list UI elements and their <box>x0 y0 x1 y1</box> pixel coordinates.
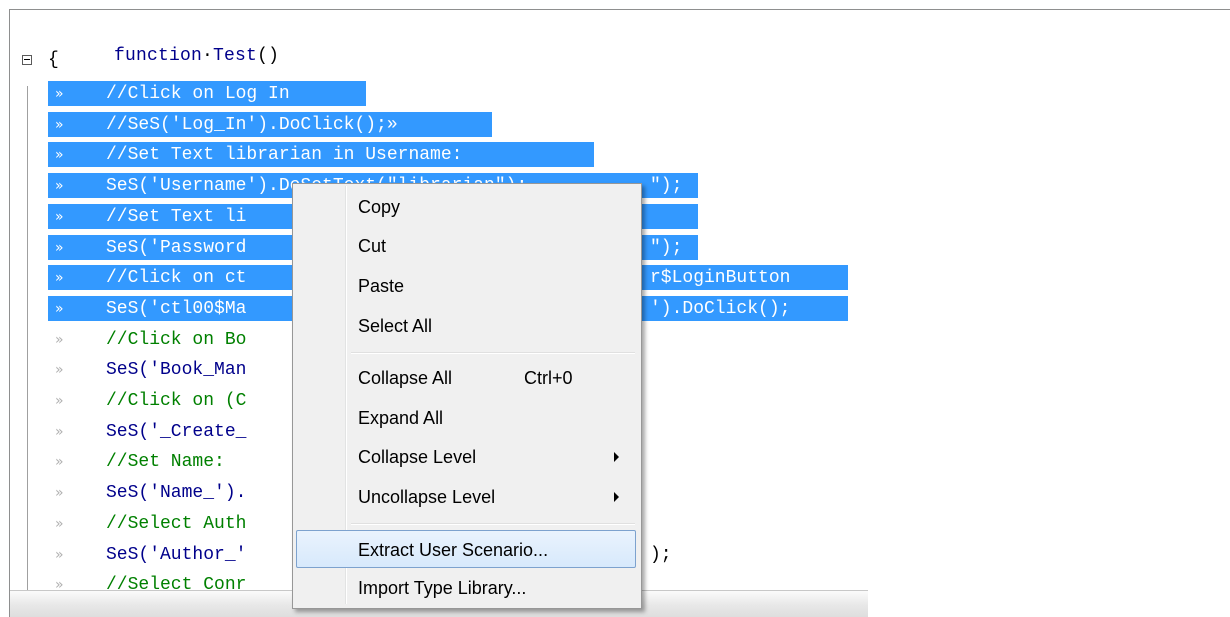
tab-marker-icon: » <box>55 270 64 286</box>
collapse-toggle-icon[interactable] <box>22 55 32 65</box>
tab-marker-icon: » <box>55 86 64 102</box>
menu-item-expand-all[interactable]: Expand All <box>296 399 636 437</box>
menu-item-extract-user-scenario[interactable]: Extract User Scenario... <box>296 530 636 568</box>
tab-marker-icon: » <box>55 393 64 409</box>
code-line: SeS('Book_Man <box>106 360 247 380</box>
code-line-fragment: "); <box>650 176 683 196</box>
code-line: SeS('Password <box>106 238 247 258</box>
code-line-fragment: r$LoginButton <box>650 268 791 288</box>
context-menu: Copy Cut Paste Select All Collapse All C… <box>292 183 642 609</box>
tab-marker-icon: » <box>55 516 64 532</box>
menu-item-label: Collapse Level <box>358 447 477 467</box>
submenu-arrow-icon <box>614 492 619 502</box>
tab-marker-icon: » <box>55 332 64 348</box>
tab-marker-icon: » <box>55 178 64 194</box>
tab-marker-icon: » <box>55 454 64 470</box>
menu-item-label: Collapse All <box>358 368 453 388</box>
code-line: //Click on ct <box>106 268 247 288</box>
screenshot-stage: function·Test() { » //Click on Log In » //S… <box>0 0 1230 617</box>
code-line: SeS('ctl00$Ma <box>106 299 247 319</box>
fold-guide-line <box>27 86 28 599</box>
menu-item-collapse-level[interactable]: Collapse Level <box>296 438 636 476</box>
menu-item-label: Expand All <box>358 408 444 428</box>
menu-item-cut[interactable]: Cut <box>296 227 636 265</box>
tab-marker-icon: » <box>55 209 64 225</box>
menu-item-copy[interactable]: Copy <box>296 188 636 226</box>
tab-marker-icon: » <box>55 547 64 563</box>
menu-item-paste[interactable]: Paste <box>296 267 636 305</box>
tab-marker-icon: » <box>55 240 64 256</box>
code-line: //Set Text li <box>106 207 247 227</box>
tab-marker-icon: » <box>55 147 64 163</box>
code-line: //Select Auth <box>106 514 247 534</box>
menu-item-import-type-library[interactable]: Import Type Library... <box>296 569 636 607</box>
code-line: //Click on (C <box>106 391 247 411</box>
tab-marker-icon: » <box>55 362 64 378</box>
menu-item-label: Copy <box>358 197 401 217</box>
code-line-fragment: ').DoClick(); <box>650 299 791 319</box>
menu-item-label: Import Type Library... <box>358 578 527 598</box>
menu-item-collapse-all[interactable]: Collapse All Ctrl+0 <box>296 359 636 397</box>
code-line-fragment: "); <box>650 238 683 258</box>
function-parens: () <box>257 46 280 66</box>
submenu-arrow-icon <box>614 452 619 462</box>
menu-separator <box>351 523 635 525</box>
code-line: //Set Name: <box>106 452 225 472</box>
menu-item-uncollapse-level[interactable]: Uncollapse Level <box>296 478 636 516</box>
code-line: SeS('Name_'). <box>106 483 247 503</box>
tab-marker-icon: » <box>55 485 64 501</box>
code-line-fragment: ); <box>650 545 672 565</box>
menu-item-label: Extract User Scenario... <box>358 540 549 560</box>
tab-marker-icon: » <box>55 117 64 133</box>
code-line: //SeS('Log_In').DoClick();» <box>106 115 398 135</box>
open-brace: { <box>48 50 60 70</box>
tab-marker-icon: » <box>55 301 64 317</box>
code-line: //Click on Log In <box>106 84 290 104</box>
function-name: Test <box>213 46 258 66</box>
menu-item-label: Paste <box>358 276 405 296</box>
menu-separator <box>351 352 635 354</box>
menu-item-label: Cut <box>358 236 387 256</box>
function-keyword: function <box>114 46 203 66</box>
menu-item-select-all[interactable]: Select All <box>296 307 636 345</box>
menu-item-shortcut: Ctrl+0 <box>524 368 573 388</box>
menu-item-label: Select All <box>358 316 433 336</box>
function-header: function·Test() <box>114 46 280 66</box>
code-line: //Click on Bo <box>106 330 247 350</box>
tab-marker-icon: » <box>55 424 64 440</box>
code-line: //Set Text librarian in Username: <box>106 145 463 165</box>
code-line: SeS('Author_' <box>106 545 247 565</box>
menu-item-label: Uncollapse Level <box>358 487 496 507</box>
code-line: SeS('_Create_ <box>106 422 247 442</box>
